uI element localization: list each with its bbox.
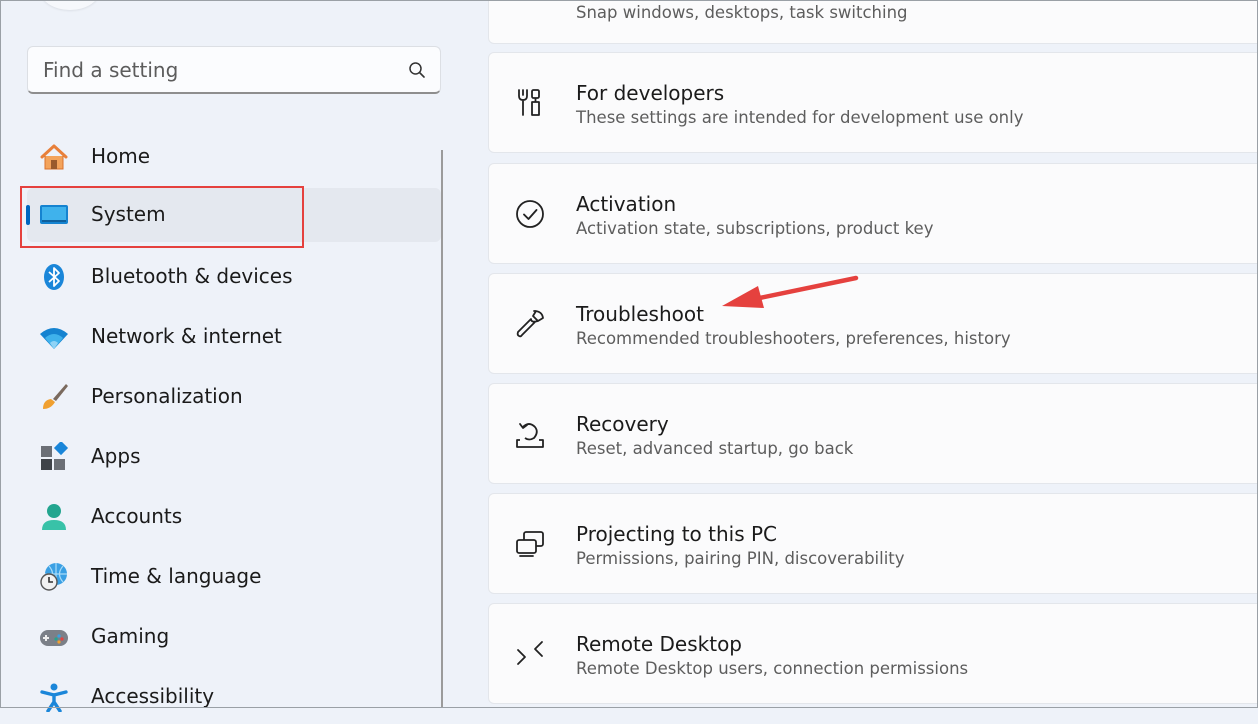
projecting-icon bbox=[516, 531, 544, 557]
sidebar-item-gaming[interactable]: Gaming bbox=[27, 610, 441, 664]
remote-desktop-icon bbox=[517, 641, 543, 665]
wifi-icon bbox=[40, 328, 68, 349]
settings-card-troubleshoot[interactable]: Troubleshoot Recommended troubleshooters… bbox=[488, 273, 1258, 374]
card-subtitle: Recommended troubleshooters, preferences… bbox=[576, 329, 1011, 348]
card-subtitle: Permissions, pairing PIN, discoverabilit… bbox=[576, 549, 905, 568]
card-subtitle: Remote Desktop users, connection permiss… bbox=[576, 659, 969, 678]
sidebar-item-label: Time & language bbox=[91, 564, 262, 588]
person-icon bbox=[42, 504, 66, 530]
settings-card-remote-desktop[interactable]: Remote Desktop Remote Desktop users, con… bbox=[488, 603, 1258, 704]
recovery-icon bbox=[516, 423, 544, 448]
sidebar-item-label: Bluetooth & devices bbox=[91, 264, 293, 288]
sidebar-item-label: Network & internet bbox=[91, 324, 282, 348]
gamepad-icon bbox=[40, 630, 68, 646]
sidebar-item-label: Personalization bbox=[91, 384, 243, 408]
card-title: Activation bbox=[576, 192, 677, 216]
home-icon bbox=[40, 144, 68, 170]
avatar[interactable] bbox=[40, 0, 100, 10]
card-subtitle: Reset, advanced startup, go back bbox=[576, 439, 854, 458]
globe-clock-icon bbox=[40, 563, 67, 591]
wrench-icon bbox=[516, 310, 544, 338]
check-circle-icon bbox=[516, 200, 544, 228]
sidebar-scrollbar[interactable] bbox=[441, 150, 443, 708]
card-title: Remote Desktop bbox=[576, 632, 743, 656]
sidebar-item-personalization[interactable]: Personalization bbox=[27, 370, 441, 424]
card-title: Troubleshoot bbox=[576, 302, 704, 326]
sidebar-item-apps[interactable]: Apps bbox=[27, 430, 441, 484]
sidebar-item-accessibility[interactable]: Accessibility bbox=[27, 670, 441, 724]
paintbrush-icon bbox=[43, 384, 68, 409]
card-subtitle: Snap windows, desktops, task switching bbox=[576, 3, 908, 22]
settings-card-projecting[interactable]: Projecting to this PC Permissions, pairi… bbox=[488, 493, 1258, 594]
card-subtitle: Activation state, subscriptions, product… bbox=[576, 219, 934, 238]
sidebar-item-accounts[interactable]: Accounts bbox=[27, 490, 441, 544]
sidebar-item-label: Accounts bbox=[91, 504, 183, 528]
sidebar-item-network[interactable]: Network & internet bbox=[27, 310, 441, 364]
sidebar-item-time-language[interactable]: Time & language bbox=[27, 550, 441, 604]
card-title: Recovery bbox=[576, 412, 669, 436]
settings-card-for-developers[interactable]: For developers These settings are intend… bbox=[488, 52, 1258, 153]
search-box[interactable]: Find a setting bbox=[27, 46, 441, 94]
card-title: Projecting to this PC bbox=[576, 522, 778, 546]
search-icon[interactable] bbox=[408, 61, 426, 79]
sidebar-item-label: Gaming bbox=[91, 624, 170, 648]
card-title: For developers bbox=[576, 81, 725, 105]
search-input[interactable]: Find a setting bbox=[43, 58, 178, 82]
settings-card-recovery[interactable]: Recovery Reset, advanced startup, go bac… bbox=[488, 383, 1258, 484]
settings-card-multitasking[interactable]: Snap windows, desktops, task switching bbox=[488, 0, 1258, 44]
sidebar-item-label: Accessibility bbox=[91, 684, 215, 708]
developer-tools-icon bbox=[518, 89, 540, 116]
sidebar-item-bluetooth[interactable]: Bluetooth & devices bbox=[27, 250, 441, 304]
multitasking-icon bbox=[514, 0, 546, 23]
bluetooth-icon bbox=[44, 264, 64, 290]
card-subtitle: These settings are intended for developm… bbox=[576, 108, 1024, 127]
sidebar-item-home[interactable]: Home bbox=[27, 130, 441, 184]
annotation-highlight-box bbox=[20, 186, 304, 248]
sidebar-item-label: Home bbox=[91, 144, 151, 168]
settings-card-activation[interactable]: Activation Activation state, subscriptio… bbox=[488, 163, 1258, 264]
sidebar-item-label: Apps bbox=[91, 444, 141, 468]
apps-icon bbox=[41, 442, 69, 470]
